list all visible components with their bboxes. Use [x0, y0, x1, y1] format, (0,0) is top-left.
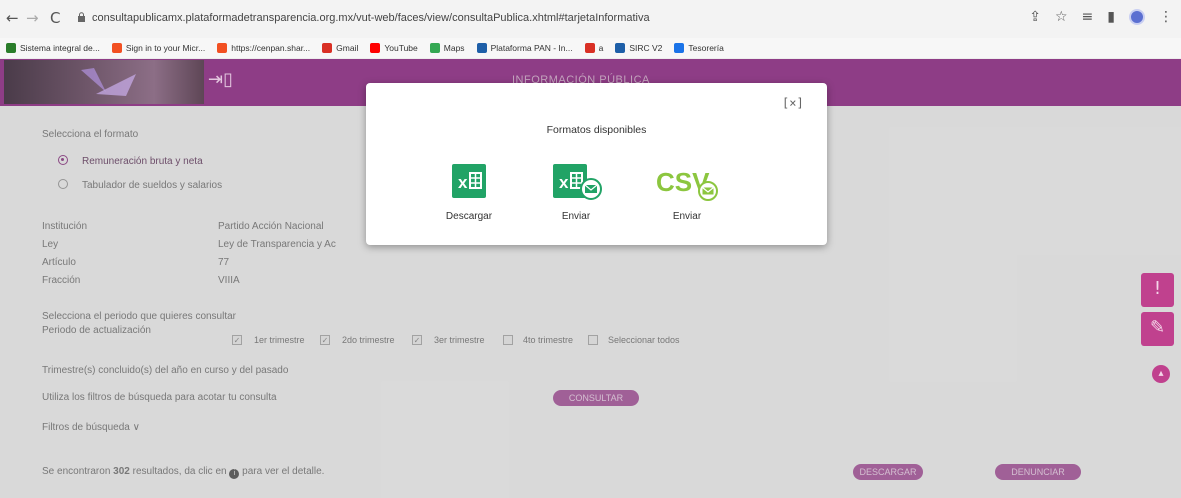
scroll-up-icon[interactable]: ▴	[1152, 365, 1170, 383]
share-icon[interactable]: ⇪	[1029, 9, 1041, 25]
tools-icon[interactable]: ✎	[1141, 312, 1174, 346]
alert-icon[interactable]: !	[1141, 273, 1174, 307]
bookmark-label: SIRC V2	[629, 43, 663, 53]
svg-text:x: x	[458, 173, 468, 192]
reading-list-icon[interactable]: ≡	[1082, 9, 1094, 25]
bookmark-label: https://cenpan.shar...	[231, 43, 311, 53]
bookmarks-bar: Sistema integral de... Sign in to your Mi…	[0, 38, 1181, 58]
profile-avatar[interactable]	[1129, 9, 1145, 25]
format-send-excel[interactable]: x Enviar	[531, 161, 621, 222]
format-label-download: Descargar	[445, 211, 493, 222]
logo-graphic	[81, 68, 136, 96]
site-logo[interactable]	[4, 60, 204, 104]
bookmark-item[interactable]: Maps	[429, 43, 465, 53]
excel-email-icon: x	[553, 164, 602, 200]
modal-title: Formatos disponibles	[546, 124, 647, 136]
bookmark-icon	[370, 43, 381, 53]
formats-modal: [×] Formatos disponibles x Descargar x E…	[366, 83, 827, 245]
bookmark-item[interactable]: a	[584, 43, 604, 53]
reload-icon[interactable]: C	[50, 9, 60, 27]
url-field[interactable]: consultapublicamx.plataformadetransparen…	[92, 12, 650, 24]
bookmark-label: Sistema integral de...	[20, 43, 100, 53]
close-icon[interactable]: [×]	[782, 96, 804, 110]
back-icon[interactable]: ←	[6, 9, 19, 27]
bookmark-label: Maps	[443, 43, 465, 53]
bookmark-icon	[6, 43, 16, 53]
format-download-excel[interactable]: x Descargar	[424, 161, 514, 222]
bookmark-item[interactable]: Sistema integral de...	[6, 43, 100, 53]
bookmark-label: Tesorería	[688, 43, 724, 53]
bookmark-item[interactable]: Sign in to your Micr...	[111, 43, 206, 53]
bookmark-item[interactable]: SIRC V2	[615, 43, 662, 53]
menu-icon[interactable]: ⋮	[1159, 9, 1173, 25]
bookmark-icon	[217, 43, 228, 53]
bookmark-label: Plataforma PAN - In...	[490, 43, 573, 53]
svg-text:x: x	[559, 173, 569, 192]
bookmark-label: a	[598, 43, 604, 53]
bookmark-item[interactable]: Tesorería	[674, 43, 724, 53]
bookmark-item[interactable]: https://cenpan.shar...	[217, 43, 310, 53]
forward-icon[interactable]: →	[26, 9, 39, 27]
format-label-send-csv: Enviar	[672, 211, 702, 222]
bookmark-item[interactable]: Gmail	[322, 43, 358, 53]
bookmark-label: Gmail	[336, 43, 359, 53]
lock-icon	[78, 12, 85, 22]
bookmark-item[interactable]: YouTube	[370, 43, 418, 53]
bookmark-label: Sign in to your Micr...	[125, 43, 206, 53]
browser-address-bar: ← → C consultapublicamx.plataformadetran…	[0, 0, 1181, 38]
bookmark-icon	[322, 43, 333, 53]
sidebar-icon[interactable]: ▮	[1107, 9, 1115, 25]
bookmark-label: YouTube	[384, 43, 418, 53]
format-label-send-excel: Enviar	[561, 211, 591, 222]
login-icon[interactable]: ⇥▯	[208, 69, 244, 95]
bookmark-icon	[615, 43, 626, 53]
bookmark-item[interactable]: Plataforma PAN - In...	[476, 43, 573, 53]
csv-email-icon: CSV	[656, 167, 718, 201]
bookmark-icon	[429, 43, 440, 53]
bookmark-icon	[584, 43, 595, 53]
bookmark-icon	[674, 43, 685, 53]
bookmark-icon	[476, 43, 487, 53]
star-icon[interactable]: ☆	[1055, 9, 1068, 25]
format-send-csv[interactable]: CSV Enviar	[642, 161, 732, 222]
excel-icon: x	[452, 164, 486, 198]
bookmark-icon	[111, 43, 122, 53]
